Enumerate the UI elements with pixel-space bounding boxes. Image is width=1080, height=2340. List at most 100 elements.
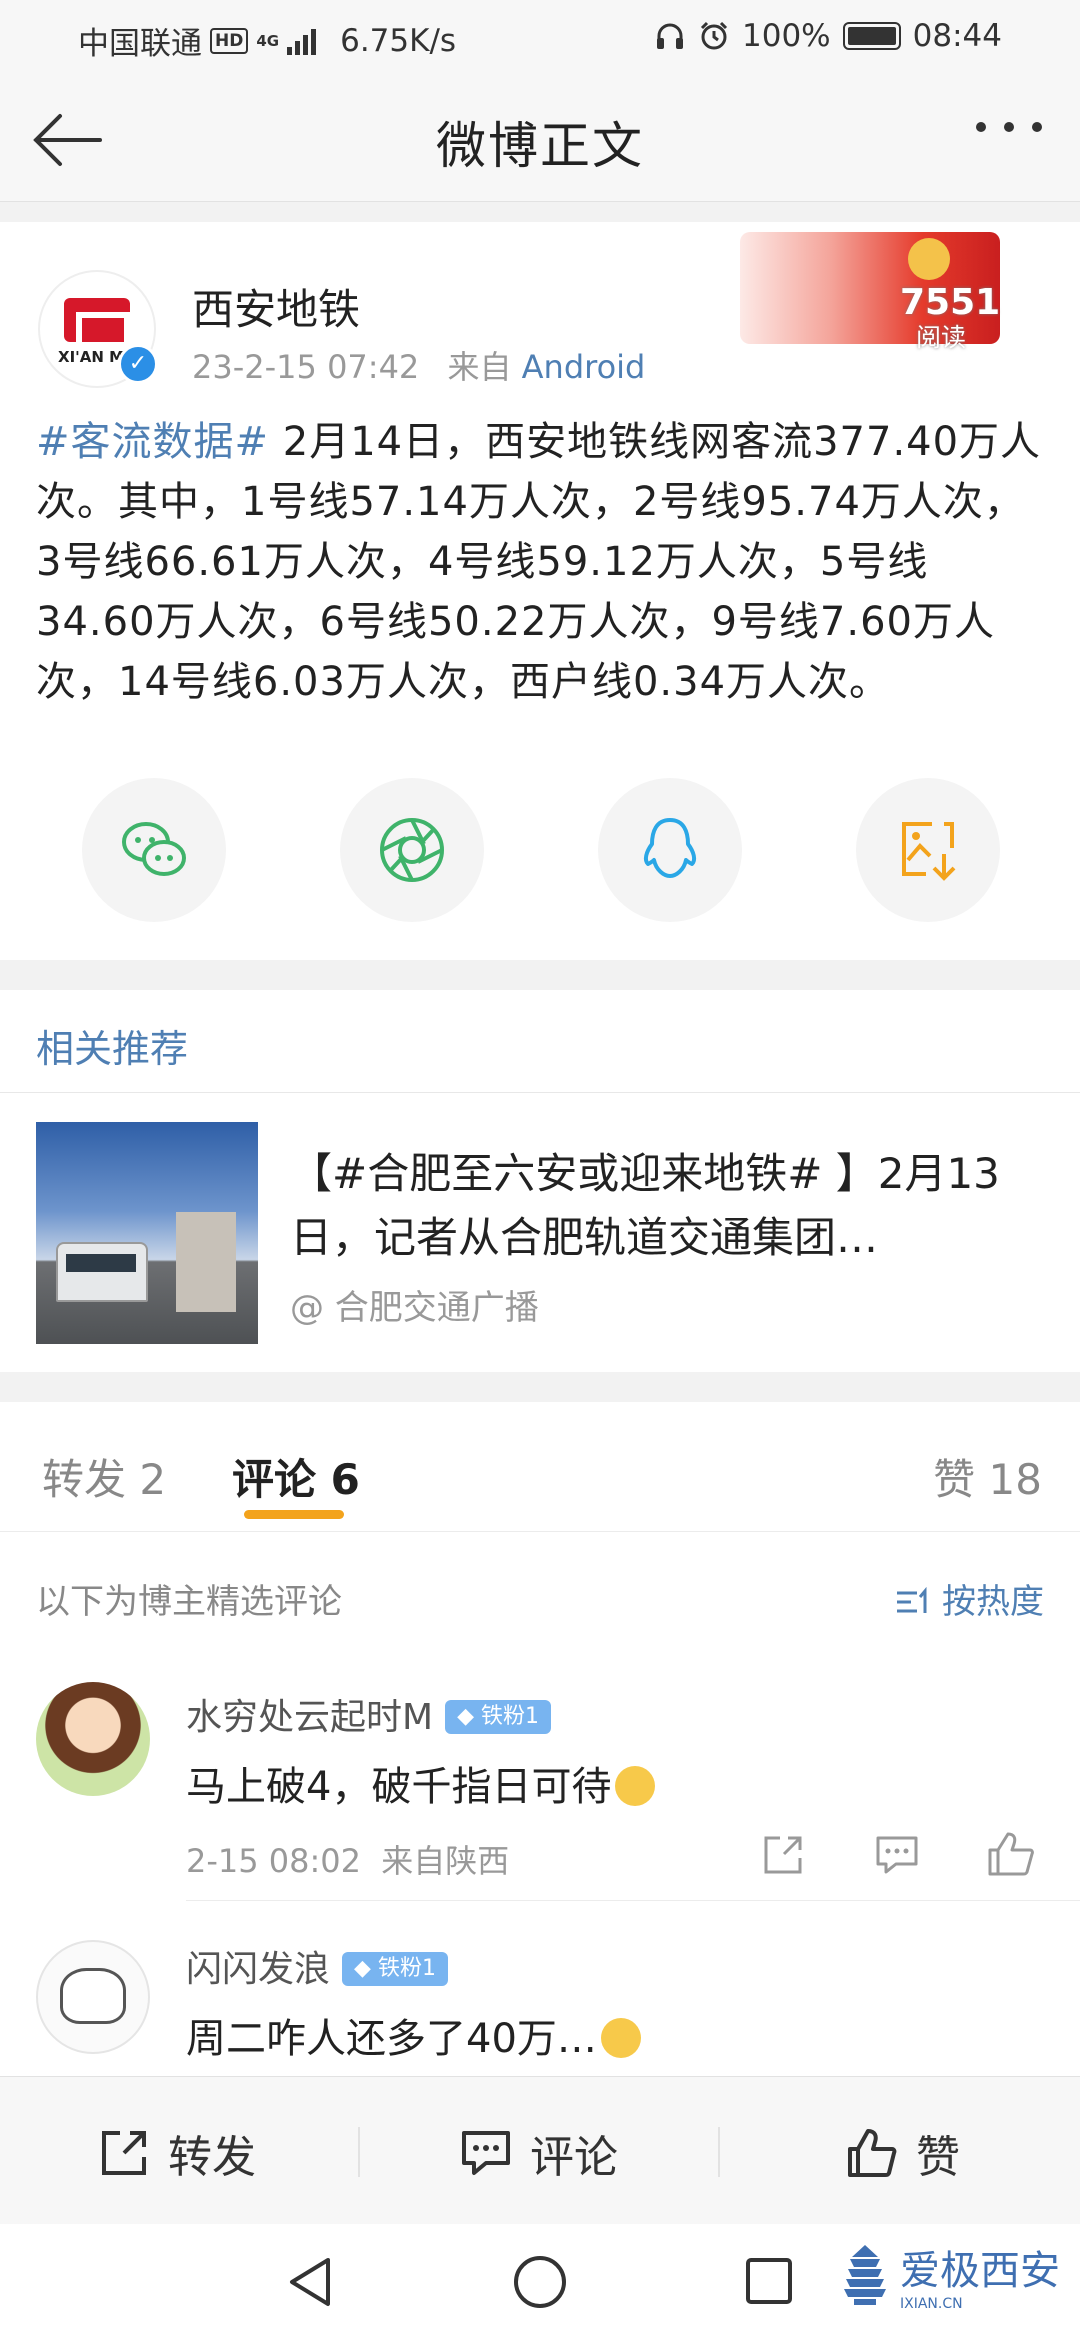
share-moments-button[interactable] xyxy=(340,778,484,922)
related-heading: 相关推荐 xyxy=(36,1027,189,1071)
tab-label: 评论 xyxy=(232,1455,317,1504)
battery-percent: 100% xyxy=(742,18,831,54)
nav-home-icon[interactable] xyxy=(512,2254,568,2310)
more-options-button[interactable] xyxy=(976,122,1042,132)
train-image xyxy=(56,1242,148,1302)
comment-text-content: 马上破4，破千指日可待 xyxy=(186,1764,612,1810)
source-prefix: 来自 xyxy=(447,348,512,386)
headphones-icon xyxy=(657,23,684,49)
divider xyxy=(0,1092,1080,1093)
read-label: 阅读 xyxy=(916,323,967,352)
alarm-icon xyxy=(700,21,728,50)
repost-button[interactable]: 转发 xyxy=(98,2121,256,2185)
author-name[interactable]: 西安地铁 xyxy=(192,276,360,337)
verified-badge-icon: ✓ xyxy=(118,344,158,384)
commenter-avatar[interactable] xyxy=(36,1682,150,1796)
nav-recents-icon[interactable] xyxy=(744,2256,794,2306)
tab-count: 18 xyxy=(988,1455,1042,1504)
post-source: Android xyxy=(521,348,646,386)
related-recommendations: 相关推荐 【#合肥至六安或迎来地铁# 】2月13日，记者从合肥轨道交通集团… @… xyxy=(0,990,1080,1372)
system-navigation-bar: 爱极西安 IXIAN.CN xyxy=(0,2224,1080,2340)
repost-icon xyxy=(102,2131,146,2175)
watermark: 爱极西安 IXIAN.CN xyxy=(840,2238,1060,2312)
comment-text-content: 周二咋人还多了40万… xyxy=(186,2016,597,2062)
tab-label: 转发 xyxy=(42,1455,127,1504)
commenter-name[interactable]: 闪闪发浪 xyxy=(186,1949,330,1990)
battery-icon xyxy=(842,22,901,50)
comment-text: 马上破4，破千指日可待 xyxy=(186,1754,656,1812)
tab-count: 2 xyxy=(139,1455,167,1504)
comment-header: 闪闪发浪 ◆ 铁粉1 xyxy=(186,1940,448,1992)
pagoda-logo-icon xyxy=(844,2245,886,2305)
post-meta: 23-2-15 07:42 来自 Android xyxy=(192,342,645,388)
related-author[interactable]: @ 合肥交通广播 xyxy=(290,1280,539,1329)
comment-text: 周二咋人还多了40万… xyxy=(186,2006,641,2064)
post-body: #客流数据# 2月14日，西安地铁线网客流377.40万人次。其中，1号线57.… xyxy=(36,412,1046,712)
like-button[interactable]: 赞 xyxy=(846,2121,960,2185)
hashtag-link[interactable]: #客流数据# xyxy=(36,419,269,465)
doge-emoji-icon xyxy=(615,1766,656,1806)
read-count: 7551 xyxy=(900,282,1001,323)
watermark-text-block: 爱极西安 IXIAN.CN xyxy=(900,2238,1060,2312)
moments-icon xyxy=(380,818,444,882)
fan-badge-label: 铁粉1 xyxy=(377,1956,436,1981)
related-title[interactable]: 【#合肥至六安或迎来地铁# 】2月13日，记者从合肥轨道交通集团… xyxy=(290,1142,1050,1270)
nav-back-icon[interactable] xyxy=(284,2254,336,2310)
comment-label: 评论 xyxy=(530,2132,618,2183)
tab-count: 6 xyxy=(330,1455,360,1504)
share-qq-button[interactable] xyxy=(598,778,742,922)
repost-label: 转发 xyxy=(168,2132,256,2183)
qq-icon xyxy=(643,818,697,878)
clock: 08:44 xyxy=(912,18,1002,54)
like-comment-icon[interactable] xyxy=(986,1830,1036,1878)
save-image-button[interactable] xyxy=(856,778,1000,922)
status-left: 中国联通 HD 4G 6.75K/s xyxy=(78,18,456,63)
sort-label: 按热度 xyxy=(942,1582,1044,1622)
network-type: 4G xyxy=(256,31,280,50)
status-bar: 中国联通 HD 4G 6.75K/s 100% 08:44 xyxy=(0,0,1080,78)
nav-bar: 微博正文 xyxy=(0,78,1080,202)
commenter-avatar[interactable] xyxy=(36,1940,150,2054)
separator xyxy=(718,2127,720,2177)
post-timestamp: 23-2-15 07:42 xyxy=(192,348,420,386)
tab-likes[interactable]: 赞 18 xyxy=(933,1446,1042,1507)
tab-bar: 转发 2 评论 6 赞 18 xyxy=(0,1402,1080,1532)
share-wechat-button[interactable] xyxy=(82,778,226,922)
save-image-icon xyxy=(902,822,956,881)
fan-badge: ◆ 铁粉1 xyxy=(342,1952,448,1986)
building-image xyxy=(176,1212,236,1312)
tab-reposts[interactable]: 转发 2 xyxy=(42,1446,166,1507)
fan-badge-label: 铁粉1 xyxy=(480,1704,539,1729)
network-speed: 6.75K/s xyxy=(340,22,457,59)
surprised-emoji-icon xyxy=(600,2018,641,2058)
watermark-text: 爱极西安 xyxy=(900,2248,1060,2294)
carrier-label: 中国联通 xyxy=(78,26,202,62)
featured-comments-note: 以下为博主精选评论 xyxy=(36,1582,342,1622)
tab-label: 赞 xyxy=(933,1455,976,1504)
signal-icon xyxy=(287,27,317,55)
metro-logo-icon xyxy=(64,298,130,342)
comment-button[interactable]: 评论 xyxy=(460,2121,618,2185)
fan-badge: ◆ 铁粉1 xyxy=(445,1700,551,1734)
cat-drawing-icon xyxy=(60,1968,126,2024)
thumbs-up-icon xyxy=(848,2129,897,2177)
bottom-action-bar: 转发 评论 赞 xyxy=(0,2076,1080,2224)
page-title: 微博正文 xyxy=(436,117,644,175)
emblem-icon xyxy=(908,238,950,280)
hd-icon: HD xyxy=(210,27,249,54)
sort-icon xyxy=(897,1586,927,1613)
sort-button[interactable]: 按热度 xyxy=(895,1574,1044,1623)
watermark-url: IXIAN.CN xyxy=(900,2296,963,2312)
active-tab-indicator xyxy=(244,1510,344,1519)
comment-icon xyxy=(462,2131,510,2175)
reply-comment-icon[interactable] xyxy=(874,1832,920,1878)
commenter-name[interactable]: 水穷处云起时M xyxy=(186,1697,433,1738)
reply-share-icon[interactable] xyxy=(760,1832,806,1878)
comment-time: 2-15 08:02 xyxy=(186,1842,362,1880)
comment-divider xyxy=(186,1900,1080,1901)
related-thumbnail[interactable] xyxy=(36,1122,258,1344)
wechat-icon xyxy=(122,822,186,876)
tab-comments[interactable]: 评论 6 xyxy=(232,1446,360,1507)
comments-section: 转发 2 评论 6 赞 18 以下为博主精选评论 按热度 水穷处云起时M ◆ 铁粉… xyxy=(0,1402,1080,2076)
like-label: 赞 xyxy=(916,2132,960,2183)
